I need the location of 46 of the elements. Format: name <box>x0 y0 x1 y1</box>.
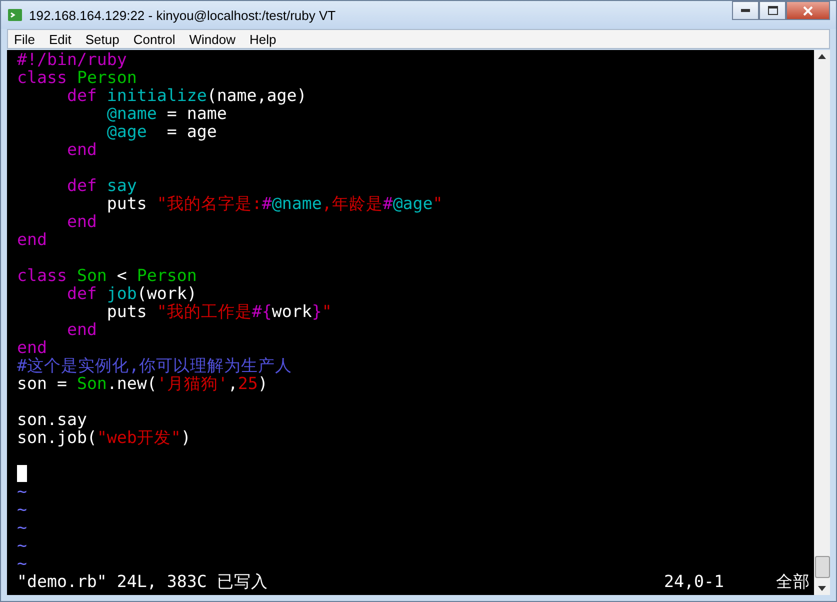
code-line: @name = name <box>106 105 227 123</box>
code-line: class Son < Person <box>17 267 198 285</box>
cursor-position: 24,0-1 <box>664 573 724 591</box>
code-line: son.say <box>17 411 88 429</box>
scroll-down-icon[interactable] <box>818 586 826 591</box>
scroll-up-icon[interactable] <box>818 54 826 59</box>
code-line: son.job("web开发") <box>17 429 192 447</box>
code-line: #!/bin/ruby <box>17 51 128 69</box>
empty-line-marker: ~ <box>17 500 27 519</box>
terminal-icon <box>7 7 23 23</box>
code-line: def initialize(name,age) <box>66 87 308 105</box>
code-line: def say <box>66 177 138 195</box>
menu-item[interactable]: File <box>14 32 35 46</box>
code-line: end <box>17 339 48 357</box>
code-line: end <box>66 141 98 159</box>
menu-item[interactable]: Edit <box>48 32 72 46</box>
menu-item[interactable]: Window <box>189 32 236 46</box>
empty-line-marker: ~ <box>17 536 27 555</box>
text-cursor <box>17 465 27 482</box>
code-line: @age = age <box>106 123 218 141</box>
maximize-button[interactable] <box>759 1 786 20</box>
code-line: end <box>17 231 48 249</box>
code-line: puts "我的工作是#{work}" <box>106 303 333 321</box>
restore-icon <box>768 6 778 15</box>
menu-item[interactable]: Control <box>133 32 176 46</box>
menu-item[interactable]: Setup <box>85 32 120 46</box>
code-line: son = Son.new('月猫狗',25) <box>17 375 269 393</box>
window-title: 192.168.164.129:22 - kinyou@localhost:/test/ruby VT <box>29 8 337 22</box>
scroll-position: 全部 <box>776 573 810 591</box>
empty-line-marker: ~ <box>17 518 27 537</box>
minimize-icon <box>741 9 750 12</box>
scrollbar-thumb[interactable] <box>814 556 830 578</box>
code-line: puts "我的名字是:#@name,年龄是#@age" <box>106 195 444 213</box>
code-line: end <box>66 321 98 339</box>
code-line: class Person <box>17 69 138 87</box>
empty-line-marker: ~ <box>17 482 27 501</box>
close-icon <box>803 6 813 16</box>
menu-item[interactable]: Help <box>250 32 276 46</box>
code-line: #这个是实例化,你可以理解为生产人 <box>17 357 293 375</box>
empty-line-marker: ~ <box>17 554 27 573</box>
code-line: def job(work) <box>66 285 198 303</box>
close-button[interactable] <box>786 1 830 20</box>
status-message: "demo.rb" 24L, 383C 已写入 <box>17 573 269 591</box>
minimize-button[interactable] <box>732 1 759 20</box>
scrollbar[interactable] <box>814 50 830 595</box>
code-line: end <box>66 213 98 231</box>
